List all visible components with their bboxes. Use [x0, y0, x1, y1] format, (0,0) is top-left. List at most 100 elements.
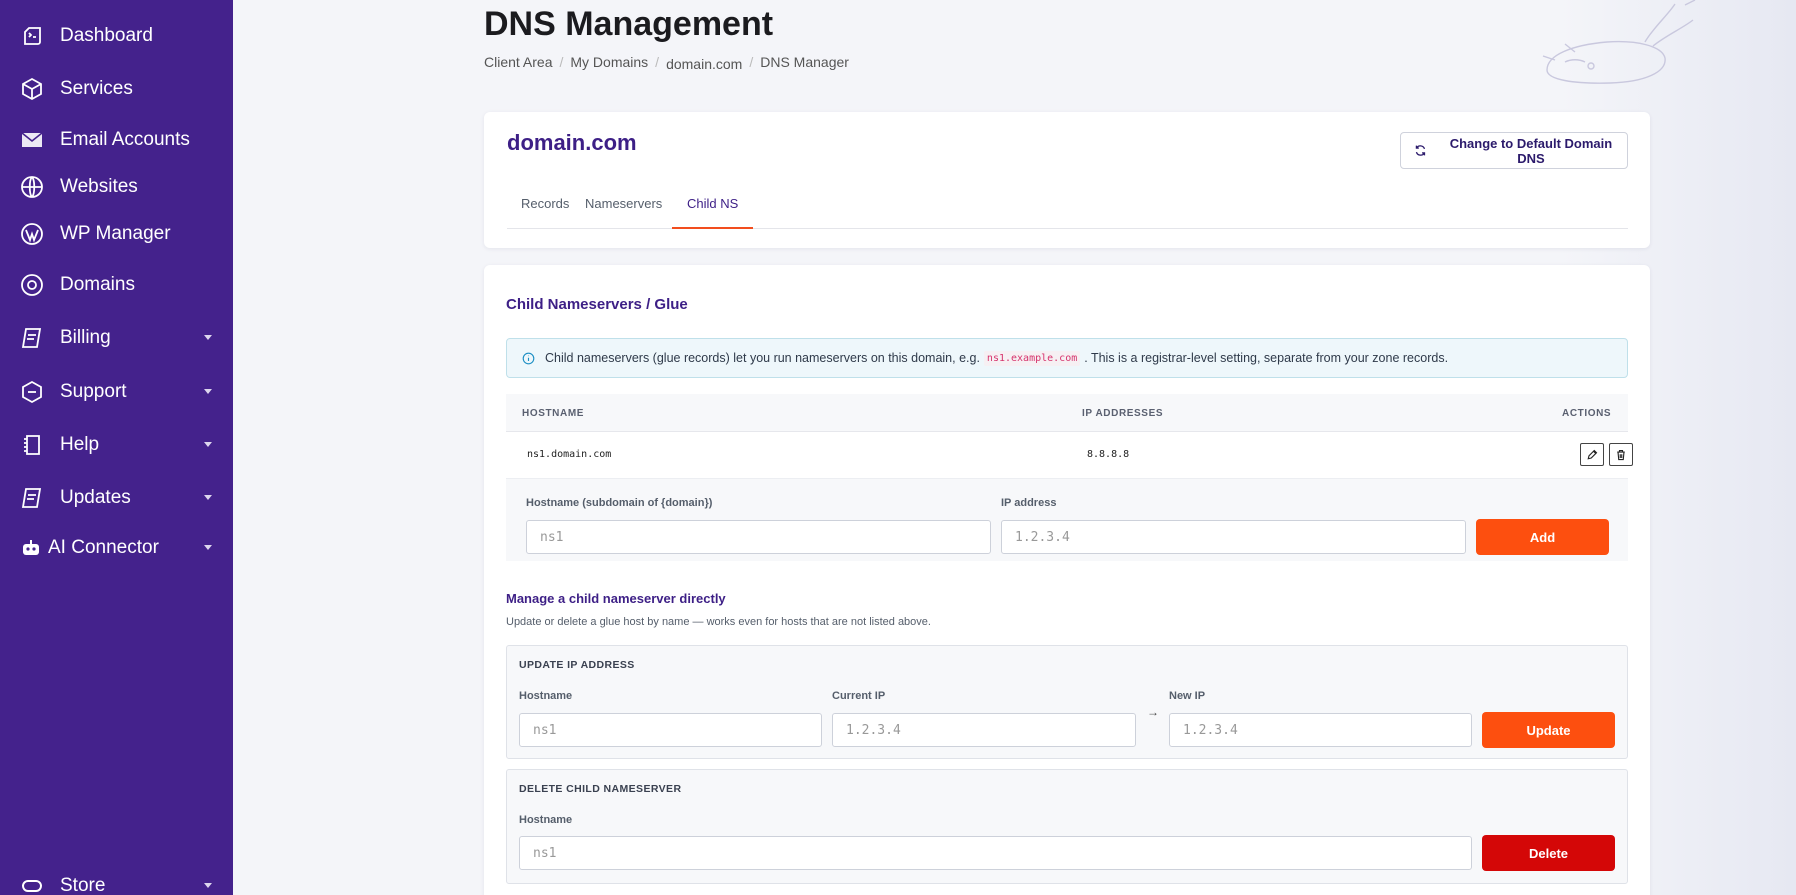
dns-tabs: Records Nameservers Child NS — [507, 189, 1628, 229]
sidebar-item-dashboard[interactable]: Dashboard — [0, 14, 233, 58]
sidebar-item-label: Domains — [60, 274, 135, 295]
breadcrumb-client-area[interactable]: Client Area — [484, 54, 552, 70]
current-ip-input[interactable] — [832, 713, 1136, 747]
envelope-icon — [19, 127, 45, 153]
ip-address-input[interactable] — [1001, 520, 1466, 554]
arrow-right-icon: → — [1147, 705, 1159, 719]
cube-icon — [19, 76, 45, 102]
sidebar-item-label: AI Connector — [48, 537, 159, 558]
sidebar-item-ai-connector[interactable]: AI Connector — [0, 526, 233, 570]
wordpress-icon — [19, 221, 45, 247]
delete-hostname-input[interactable] — [519, 836, 1472, 870]
tab-child-ns[interactable]: Child NS — [672, 189, 754, 229]
sidebar-item-label: Services — [60, 78, 133, 99]
info-icon — [522, 352, 535, 364]
sidebar-item-label: Billing — [60, 327, 111, 348]
store-icon — [19, 873, 45, 895]
info-text: Child nameservers (glue records) let you… — [545, 351, 980, 365]
sidebar-item-help[interactable]: Help — [0, 423, 233, 467]
tab-records[interactable]: Records — [521, 189, 569, 229]
refresh-icon — [1415, 145, 1426, 156]
child-ns-card: Child Nameservers / Glue Child nameserve… — [484, 265, 1650, 895]
manage-description: Update or delete a glue host by name — w… — [506, 616, 931, 628]
delete-hostname-label: Hostname — [519, 814, 573, 826]
column-header-hostname: HOSTNAME — [522, 408, 585, 419]
info-example-code: ns1.example.com — [983, 350, 1081, 366]
current-ip-label: Current IP — [832, 690, 886, 702]
sidebar: Dashboard Services Email Accounts Websit… — [0, 0, 233, 895]
chevron-down-icon — [204, 495, 212, 500]
chevron-down-icon — [204, 883, 212, 888]
update-panel-title: UPDATE IP ADDRESS — [519, 659, 635, 671]
chevron-down-icon — [204, 389, 212, 394]
sidebar-item-store[interactable]: Store — [0, 864, 233, 895]
breadcrumb-separator: / — [749, 54, 754, 70]
billing-icon — [19, 325, 45, 351]
sidebar-item-billing[interactable]: Billing — [0, 316, 233, 360]
manage-title: Manage a child nameserver directly — [506, 591, 726, 606]
support-icon — [19, 379, 45, 405]
sidebar-item-email-accounts[interactable]: Email Accounts — [0, 118, 233, 162]
chevron-down-icon — [204, 545, 212, 550]
delete-ns-panel: DELETE CHILD NAMESERVER Hostname Delete — [506, 769, 1628, 884]
table-row: ns1.domain.com 8.8.8.8 — [506, 432, 1633, 479]
edit-button[interactable] — [1580, 443, 1604, 466]
tab-nameservers[interactable]: Nameservers — [585, 189, 662, 229]
sidebar-item-label: Dashboard — [60, 25, 153, 46]
info-alert: Child nameservers (glue records) let you… — [506, 338, 1628, 378]
domain-card: domain.com Change to Default Domain DNS … — [484, 112, 1650, 248]
update-hostname-label: Hostname — [519, 690, 573, 702]
hostname-input[interactable] — [526, 520, 991, 554]
new-ip-input[interactable] — [1169, 713, 1472, 747]
updates-icon — [19, 485, 45, 511]
column-header-ip-addresses: IP ADDRESSES — [1082, 408, 1164, 419]
breadcrumb-separator: / — [559, 54, 564, 70]
sidebar-item-label: Help — [60, 434, 100, 455]
sidebar-item-services[interactable]: Services — [0, 67, 233, 111]
sidebar-item-label: Store — [60, 875, 106, 895]
hostname-label: Hostname (subdomain of {domain}) — [526, 497, 713, 509]
breadcrumb-domain[interactable]: domain.com — [666, 56, 742, 72]
breadcrumb-my-domains[interactable]: My Domains — [570, 54, 648, 70]
delete-button[interactable]: Delete — [1482, 835, 1615, 871]
robot-icon — [18, 535, 44, 561]
breadcrumb: Client Area / My Domains / domain.com / … — [484, 52, 849, 72]
ip-cell: 8.8.8.8 — [1087, 449, 1130, 460]
update-hostname-input[interactable] — [519, 713, 822, 747]
domain-icon — [19, 272, 45, 298]
breadcrumb-current: DNS Manager — [760, 54, 849, 70]
add-child-ns-form: Hostname (subdomain of {domain}) IP addr… — [506, 479, 1628, 561]
sidebar-item-label: Support — [60, 381, 127, 402]
hostname-cell: ns1.domain.com — [527, 449, 612, 460]
sidebar-item-label: Updates — [60, 487, 131, 508]
update-button[interactable]: Update — [1482, 712, 1615, 748]
section-title: Child Nameservers / Glue — [506, 296, 688, 313]
add-button[interactable]: Add — [1476, 519, 1609, 555]
page-title: DNS Management — [484, 5, 774, 43]
chevron-down-icon — [204, 442, 212, 447]
sidebar-item-wp-manager[interactable]: WP Manager — [0, 212, 233, 256]
breadcrumb-separator: / — [655, 54, 660, 70]
delete-panel-title: DELETE CHILD NAMESERVER — [519, 783, 682, 795]
sidebar-item-support[interactable]: Support — [0, 370, 233, 414]
chevron-down-icon — [204, 335, 212, 340]
globe-icon — [19, 174, 45, 200]
bunny-doodle-icon — [1542, 0, 1696, 84]
table-header: HOSTNAME IP ADDRESSES ACTIONS — [506, 394, 1628, 432]
domain-name: domain.com — [507, 130, 637, 155]
sidebar-item-label: WP Manager — [60, 223, 171, 244]
dashboard-icon — [19, 23, 45, 49]
trash-icon — [1617, 449, 1625, 460]
sidebar-item-updates[interactable]: Updates — [0, 476, 233, 520]
pencil-icon — [1587, 449, 1598, 460]
sidebar-item-websites[interactable]: Websites — [0, 165, 233, 209]
delete-row-button[interactable] — [1609, 443, 1633, 466]
sidebar-item-label: Email Accounts — [60, 129, 190, 150]
change-to-default-dns-button[interactable]: Change to Default Domain DNS — [1400, 132, 1628, 169]
update-ip-panel: UPDATE IP ADDRESS Hostname Current IP → … — [506, 645, 1628, 759]
help-icon — [19, 432, 45, 458]
column-header-actions: ACTIONS — [1562, 408, 1612, 419]
sidebar-item-domains[interactable]: Domains — [0, 263, 233, 307]
new-ip-label: New IP — [1169, 690, 1206, 702]
ip-address-label: IP address — [1001, 497, 1057, 509]
